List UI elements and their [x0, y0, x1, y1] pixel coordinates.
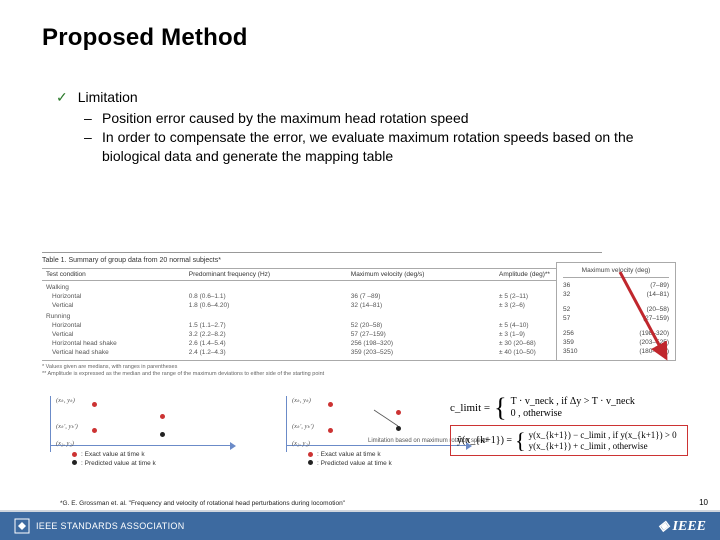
sub-bullet-0: Position error caused by the maximum hea…: [102, 109, 469, 128]
y-axis-icon: [50, 396, 51, 452]
plot-right: (xₖ, yₖ) (xₖ′, yₖ′) (x₂, y₂) Limitation …: [278, 396, 468, 474]
equations: c_limit = { T · v_neck , if Δy > T · v_n…: [450, 396, 700, 456]
table-cell: Horizontal: [42, 292, 185, 301]
pointer-line-icon: [370, 408, 400, 428]
bullet-block: ✓ Limitation – Position error caused by …: [0, 52, 720, 166]
red-dot-icon: [72, 452, 77, 457]
plot-label: (xₖ′, yₖ′): [56, 422, 78, 430]
th-1: Predominant frequency (Hz): [185, 269, 347, 281]
table-cell: Vertical: [42, 330, 185, 339]
plot-label: (xₖ, yₖ): [56, 396, 75, 404]
table-cell: 1.8 (0.6–4.20): [185, 301, 347, 310]
plot-legend: : Exact value at time k : Predicted valu…: [308, 451, 392, 468]
table-cell: 1.5 (1.1–2.7): [185, 321, 347, 330]
table-cell: Vertical head shake: [42, 348, 185, 357]
table-cell: 36 (7 –89): [347, 292, 495, 301]
plot-point-red: [328, 402, 333, 407]
th-2: Maximum velocity (deg/s): [347, 269, 495, 281]
table-cell: 0.8 (0.6–1.1): [185, 292, 347, 301]
brace-icon: {: [515, 431, 526, 451]
reference-citation: *G. E. Grossman et. al. "Frequency and v…: [60, 500, 390, 507]
data-table: Table 1. Summary of group data from 20 n…: [42, 252, 602, 378]
plot-label: (x₂, y₂): [292, 440, 310, 447]
table-cell: 57 (27–159): [347, 330, 495, 339]
table-cell: Horizontal head shake: [42, 339, 185, 348]
table-cell: 52 (20–58): [347, 321, 495, 330]
red-dot-icon: [308, 452, 313, 457]
table-cell: 359 (203–525): [347, 348, 495, 357]
table-cell: Vertical: [42, 301, 185, 310]
table-group-head: Walking: [42, 281, 602, 293]
table-cell: Horizontal: [42, 321, 185, 330]
plot-point-red: [160, 414, 165, 419]
dash-icon: –: [84, 128, 94, 166]
table-cell: 2.6 (1.4–5.4): [185, 339, 347, 348]
red-arrow-icon: [608, 264, 688, 374]
equation-climit: c_limit = { T · v_neck , if Δy > T · v_n…: [450, 396, 700, 419]
sub-bullet-1: In order to compensate the error, we eva…: [102, 128, 678, 166]
table-caption: Table 1. Summary of group data from 20 n…: [42, 257, 602, 268]
page-number: 10: [699, 498, 708, 507]
brace-icon: {: [494, 396, 506, 419]
dash-icon: –: [84, 109, 94, 128]
table-note-1: ** Amplitude is expressed as the median …: [42, 371, 602, 378]
black-dot-icon: [308, 460, 313, 465]
ieee-logo: ◈ IEEE: [658, 518, 706, 535]
check-icon: ✓: [56, 88, 68, 107]
x-axis-icon: [286, 445, 468, 446]
x-axis-icon: [50, 445, 232, 446]
plot-point-red: [92, 402, 97, 407]
footer-bar: IEEE STANDARDS ASSOCIATION ◈ IEEE: [0, 512, 720, 540]
plot-legend: : Exact value at time k : Predicted valu…: [72, 451, 156, 468]
table-cell: 256 (198–320): [347, 339, 495, 348]
ieee-sa-logo-icon: [14, 518, 30, 534]
equation-yhat: ŷ(x_{k+1}) = { y(x_{k+1}) − c_limit , if…: [450, 425, 688, 456]
plot-label: (x₂, y₂): [56, 440, 74, 447]
black-dot-icon: [72, 460, 77, 465]
plot-label: (xₖ′, yₖ′): [292, 422, 314, 430]
plot-label: (xₖ, yₖ): [292, 396, 311, 404]
table-cell: 32 (14–81): [347, 301, 495, 310]
th-0: Test condition: [42, 269, 185, 281]
plot-left: (xₖ, yₖ) (xₖ′, yₖ′) (x₂, y₂) : Exact val…: [42, 396, 232, 474]
table-cell: 3.2 (2.2–8.2): [185, 330, 347, 339]
footer-left-text: IEEE STANDARDS ASSOCIATION: [36, 521, 185, 531]
y-axis-icon: [286, 396, 287, 452]
table-cell: 2.4 (1.2–4.3): [185, 348, 347, 357]
plot-point-black: [160, 432, 165, 437]
slide-title: Proposed Method: [0, 0, 720, 52]
plot-point-red: [328, 428, 333, 433]
table-group-head: Running: [42, 310, 602, 321]
plot-point-red: [92, 428, 97, 433]
table-note-0: * Values given are medians, with ranges …: [42, 364, 602, 371]
bullet-main: Limitation: [78, 88, 138, 107]
